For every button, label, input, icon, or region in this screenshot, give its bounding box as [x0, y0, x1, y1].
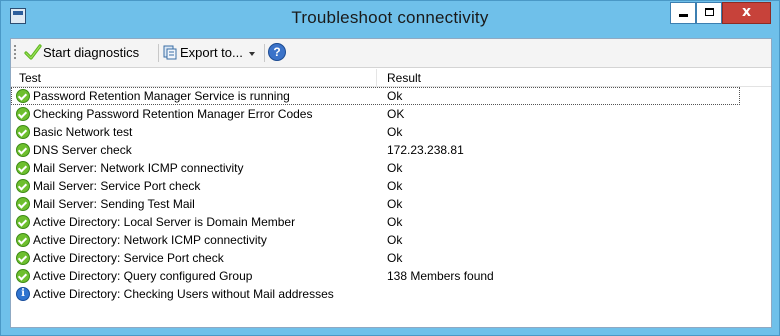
checkmark-icon [24, 44, 42, 60]
maximize-button[interactable] [696, 2, 722, 24]
toolbar-separator [264, 44, 265, 62]
result-cell: Ok [387, 251, 403, 265]
result-cell: Ok [387, 125, 403, 139]
check-circle-icon [16, 251, 30, 265]
check-circle-icon [16, 269, 30, 283]
list-item[interactable]: DNS Server check 172.23.238.81 [11, 141, 771, 159]
troubleshoot-window: Troubleshoot connectivity x Start diagno… [0, 0, 780, 336]
check-circle-icon [16, 107, 30, 121]
result-cell: Ok [387, 161, 403, 175]
list-item[interactable]: i Active Directory: Checking Users withou… [11, 285, 771, 303]
test-name-cell: Mail Server: Sending Test Mail [33, 197, 195, 211]
check-circle-icon [16, 179, 30, 193]
result-cell: Ok [387, 215, 403, 229]
list-header: Test Result [11, 69, 771, 87]
test-name-cell: Active Directory: Checking Users without… [33, 287, 334, 301]
toolbar: Start diagnostics Export to... ? [11, 39, 771, 68]
test-name-cell: Active Directory: Query configured Group [33, 269, 253, 283]
check-circle-icon [16, 89, 30, 103]
list-item[interactable]: Mail Server: Service Port check Ok [11, 177, 771, 195]
result-cell: Ok [387, 197, 403, 211]
check-circle-icon [16, 125, 30, 139]
minimize-button[interactable] [670, 2, 696, 24]
test-name-cell: Checking Password Retention Manager Erro… [33, 107, 313, 121]
list-item[interactable]: Mail Server: Sending Test Mail Ok [11, 195, 771, 213]
column-header-result[interactable]: Result [387, 71, 421, 85]
result-cell: Ok [387, 233, 403, 247]
column-header-test[interactable]: Test [19, 71, 41, 85]
minimize-icon [679, 14, 688, 17]
start-diagnostics-label: Start diagnostics [43, 45, 140, 60]
close-button[interactable]: x [722, 2, 771, 24]
column-divider[interactable] [376, 69, 377, 86]
toolbar-separator [158, 44, 159, 62]
list-item[interactable]: Active Directory: Query configured Group… [11, 267, 771, 285]
client-area: Start diagnostics Export to... ? Test Re… [10, 38, 772, 328]
check-circle-icon [16, 143, 30, 157]
test-name-cell: Password Retention Manager Service is ru… [33, 89, 290, 103]
check-circle-icon [16, 161, 30, 175]
test-name-cell: Active Directory: Local Server is Domain… [33, 215, 296, 229]
chevron-down-icon[interactable] [249, 52, 255, 56]
maximize-icon [705, 8, 714, 16]
list-item[interactable]: Checking Password Retention Manager Erro… [11, 105, 771, 123]
export-icon [163, 45, 177, 60]
results-list[interactable]: Test Result Password Retention Manager S… [11, 69, 771, 327]
help-icon: ? [268, 43, 286, 61]
list-item[interactable]: Active Directory: Network ICMP connectiv… [11, 231, 771, 249]
test-name-cell: Mail Server: Service Port check [33, 179, 201, 193]
result-cell: 172.23.238.81 [387, 143, 464, 157]
window-title: Troubleshoot connectivity [291, 8, 489, 27]
list-rows: Password Retention Manager Service is ru… [11, 87, 771, 303]
close-icon: x [741, 4, 752, 20]
test-name-cell: DNS Server check [33, 143, 132, 157]
test-name-cell: Mail Server: Network ICMP connectivity [33, 161, 244, 175]
check-circle-icon [16, 233, 30, 247]
list-item[interactable]: Basic Network test Ok [11, 123, 771, 141]
start-diagnostics-button[interactable]: Start diagnostics [21, 42, 155, 64]
test-name-cell: Active Directory: Service Port check [33, 251, 224, 265]
check-circle-icon [16, 215, 30, 229]
result-cell: Ok [387, 89, 403, 103]
export-to-label: Export to... [180, 45, 243, 60]
export-to-button[interactable]: Export to... [161, 42, 261, 64]
test-name-cell: Active Directory: Network ICMP connectiv… [33, 233, 267, 247]
help-button[interactable]: ? [267, 42, 289, 64]
result-cell: Ok [387, 179, 403, 193]
list-item[interactable]: Password Retention Manager Service is ru… [11, 87, 740, 105]
list-item[interactable]: Active Directory: Service Port check Ok [11, 249, 771, 267]
list-item[interactable]: Active Directory: Local Server is Domain… [11, 213, 771, 231]
check-circle-icon [16, 197, 30, 211]
info-circle-icon: i [16, 287, 30, 301]
test-name-cell: Basic Network test [33, 125, 133, 139]
list-item[interactable]: Mail Server: Network ICMP connectivity Ok [11, 159, 771, 177]
result-cell: 138 Members found [387, 269, 494, 283]
title-bar[interactable]: Troubleshoot connectivity x [1, 1, 779, 37]
toolbar-grip[interactable] [14, 45, 16, 61]
result-cell: OK [387, 107, 405, 121]
